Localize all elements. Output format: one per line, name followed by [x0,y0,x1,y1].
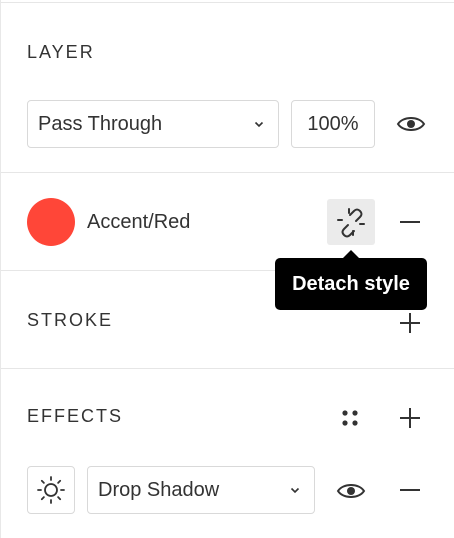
blend-mode-select[interactable]: Pass Through [27,100,279,148]
style-grid-icon [342,410,358,426]
eye-icon[interactable] [335,478,367,504]
stroke-section-title: STROKE [27,310,114,330]
remove-fill-button[interactable] [397,212,423,232]
plus-icon [400,313,420,333]
divider [1,368,454,369]
detach-style-tooltip: Detach style [275,258,427,310]
effect-type-value: Drop Shadow [98,478,220,501]
opacity-value: 100% [307,112,359,135]
detach-style-button[interactable] [327,199,375,245]
minus-icon [400,489,420,491]
tooltip-text: Detach style [292,272,410,295]
fill-color-swatch[interactable] [27,198,75,246]
divider [1,270,275,271]
effect-settings-button[interactable] [27,466,75,514]
chevron-down-icon [254,121,264,128]
minus-icon [400,221,420,223]
divider [1,172,454,173]
detach-link-icon [337,208,365,238]
eye-icon[interactable] [395,110,427,138]
add-stroke-button[interactable] [397,310,423,336]
effect-styles-button[interactable] [337,405,363,431]
fill-style-name: Accent/Red [87,211,191,233]
add-effect-button[interactable] [397,405,423,431]
remove-effect-button[interactable] [397,480,423,500]
divider [1,2,454,3]
plus-icon [400,408,420,428]
effect-type-select[interactable]: Drop Shadow [87,466,315,514]
blend-mode-value: Pass Through [38,112,163,135]
properties-panel: LAYER Pass Through 100% Accent/Red Detac… [0,0,454,538]
chevron-down-icon [290,487,300,494]
effects-section-title: EFFECTS [27,406,124,426]
layer-section-title: LAYER [27,42,95,62]
sun-icon [37,476,65,504]
opacity-input[interactable]: 100% [291,100,375,148]
